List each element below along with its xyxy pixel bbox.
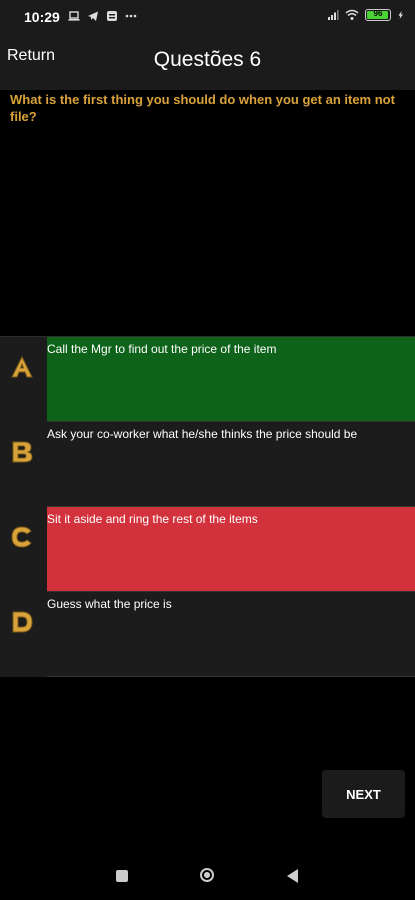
letter-c-icon — [11, 526, 32, 548]
status-left-icons — [68, 10, 137, 22]
option-c-text[interactable]: Sit it aside and ring the rest of the it… — [47, 507, 415, 592]
option-d[interactable]: Guess what the price is — [0, 592, 415, 677]
app-header: Return Questões 6 — [0, 34, 415, 90]
option-b-text[interactable]: Ask your co-worker what he/she thinks th… — [47, 422, 415, 507]
recent-apps-icon[interactable] — [116, 870, 128, 882]
option-a-text[interactable]: Call the Mgr to find out the price of th… — [47, 337, 415, 422]
back-icon[interactable] — [287, 869, 298, 883]
status-time: 10:29 — [24, 9, 60, 25]
system-nav-bar — [0, 850, 415, 900]
option-c[interactable]: Sit it aside and ring the rest of the it… — [0, 507, 415, 592]
laptop-icon — [68, 11, 80, 21]
letter-a-icon — [11, 355, 33, 378]
option-d-text[interactable]: Guess what the price is — [47, 592, 415, 677]
charging-icon — [398, 11, 403, 19]
more-dots-icon — [125, 14, 137, 18]
battery-icon: 96 — [365, 9, 391, 21]
page-title: Questões 6 — [153, 48, 262, 71]
option-a[interactable]: Call the Mgr to find out the price of th… — [0, 337, 415, 422]
wifi-icon — [345, 9, 359, 20]
notification-icon — [107, 11, 117, 21]
battery-level: 96 — [373, 9, 383, 18]
answer-options: Call the Mgr to find out the price of th… — [0, 336, 415, 677]
status-right-icons: 96 — [327, 9, 405, 21]
telegram-icon — [88, 11, 98, 21]
signal-icon — [328, 10, 339, 20]
option-b[interactable]: Ask your co-worker what he/she thinks th… — [0, 422, 415, 507]
home-icon[interactable] — [200, 868, 214, 882]
letter-d-icon — [12, 611, 33, 633]
status-bar: 10:29 96 — [0, 0, 415, 34]
next-button[interactable]: NEXT — [322, 770, 405, 818]
question-text: What is the first thing you should do wh… — [10, 92, 395, 124]
letter-b-icon — [12, 441, 33, 463]
